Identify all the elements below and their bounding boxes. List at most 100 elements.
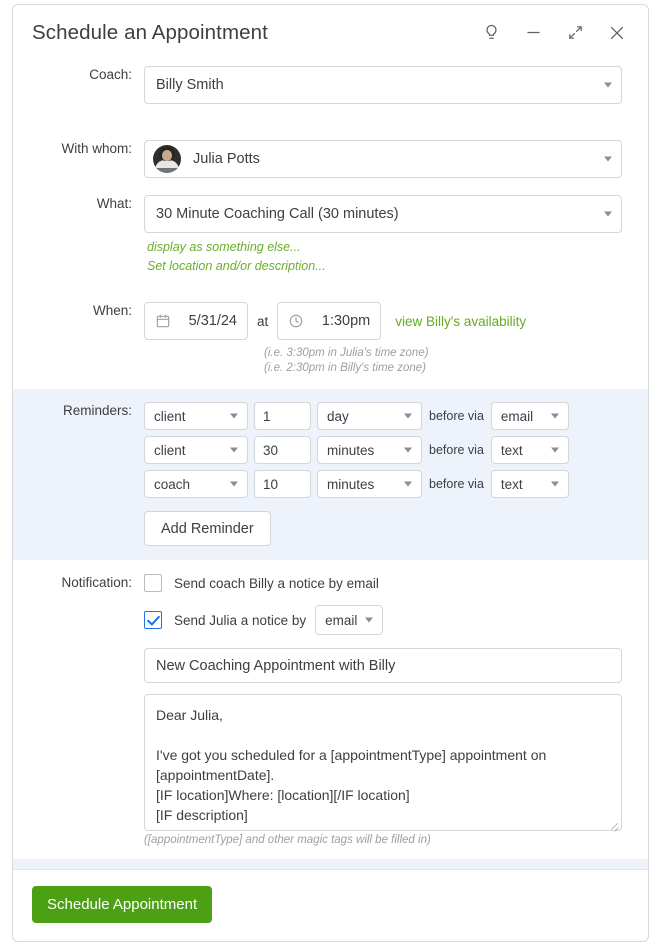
add-reminder-button[interactable]: Add Reminder [144, 511, 271, 546]
coach-select[interactable]: Billy Smith [144, 66, 622, 104]
what-field: 30 Minute Coaching Call (30 minutes) dis… [144, 195, 648, 278]
timezone-hint-coach: (i.e. 2:30pm in Billy's time zone) [264, 362, 426, 374]
when-controls: 5/31/24 at 1:30pm view Billy's availabil… [144, 302, 648, 340]
reminders-label: Reminders: [62, 403, 132, 418]
time-value: 1:30pm [321, 313, 371, 329]
coach-notice-label: Send coach Billy a notice by email [174, 575, 379, 591]
reminder-unit-value: minutes [327, 442, 375, 458]
chevron-down-icon [404, 447, 412, 453]
reminder-unit-value: minutes [327, 476, 375, 492]
reminder-before-via-label: before via [429, 477, 484, 491]
timezone-hint-client: (i.e. 3:30pm in Julia's time zone) [264, 347, 429, 359]
dialog-titlebar: Schedule an Appointment [13, 5, 648, 60]
field-row-notification: Notification: Send coach Billy a notice … [13, 574, 648, 846]
coach-notice-checkbox[interactable] [144, 574, 162, 592]
date-input[interactable]: 5/31/24 [144, 302, 248, 340]
reminder-amount-input[interactable]: 10 [254, 470, 311, 498]
notification-fields: Send coach Billy a notice by email Send … [144, 574, 648, 846]
with-whom-value: Julia Potts [193, 151, 260, 167]
app-root: Schedule an Appointment Coach: Billy Smi… [0, 0, 661, 949]
clock-icon [289, 314, 303, 328]
when-field: 5/31/24 at 1:30pm view Billy's availabil… [144, 302, 648, 376]
chevron-down-icon [550, 481, 559, 487]
view-availability-link[interactable]: view Billy's availability [395, 314, 526, 329]
with-whom-select[interactable]: Julia Potts [144, 140, 622, 178]
textarea-resize-handle[interactable] [609, 818, 619, 828]
chevron-down-icon [604, 156, 612, 162]
field-row-coach: Coach: Billy Smith [13, 66, 648, 104]
field-row-when: When: 5/31/24 at 1:30pm view Billy's ava… [13, 302, 648, 376]
reminders-panel: Reminders: client 1 day before via email… [13, 389, 648, 560]
schedule-appointment-dialog: Schedule an Appointment Coach: Billy Smi… [12, 4, 649, 942]
reminder-channel-value: text [500, 442, 523, 458]
chevron-down-icon [230, 413, 238, 419]
notification-subject-input[interactable]: New Coaching Appointment with Billy [144, 648, 622, 683]
reminder-before-via-label: before via [429, 409, 484, 423]
chevron-down-icon [230, 481, 238, 487]
reminder-unit-select[interactable]: minutes [317, 436, 422, 464]
reminder-channel-select[interactable]: email [490, 402, 569, 430]
client-notice-row: Send Julia a notice by email [144, 605, 648, 635]
notification-label: Notification: [61, 575, 132, 590]
reminder-row: client 30 minutes before via text [144, 436, 648, 464]
client-notice-channel-select[interactable]: email [315, 605, 384, 635]
set-location-link[interactable]: Set location and/or description... [147, 259, 648, 273]
reminder-who-value: coach [154, 476, 191, 492]
help-idea-icon[interactable] [476, 18, 506, 48]
client-notice-checkbox[interactable] [144, 611, 162, 629]
what-sublinks: display as something else... Set locatio… [147, 240, 648, 273]
time-input[interactable]: 1:30pm [277, 302, 382, 340]
notification-message-textarea[interactable]: Dear Julia, I've got you scheduled for a… [144, 694, 622, 831]
chevron-down-icon [604, 211, 612, 217]
reminder-row: coach 10 minutes before via text [144, 470, 648, 498]
dialog-footer: Schedule Appointment [13, 869, 648, 941]
reminder-unit-select[interactable]: day [317, 402, 422, 430]
reminder-amount-value: 10 [263, 476, 279, 492]
what-value: 30 Minute Coaching Call (30 minutes) [156, 206, 399, 222]
reminder-channel-select[interactable]: text [490, 436, 569, 464]
display-as-link[interactable]: display as something else... [147, 240, 648, 254]
reminder-row: client 1 day before via email [144, 402, 648, 430]
reminders-row: Reminders: client 1 day before via email… [13, 402, 648, 546]
notification-subject-value: New Coaching Appointment with Billy [156, 657, 396, 674]
coach-field: Billy Smith [144, 66, 648, 104]
close-icon[interactable] [602, 18, 632, 48]
field-row-with-whom: With whom: Julia Potts [13, 140, 648, 178]
reminder-amount-value: 30 [263, 442, 279, 458]
reminder-unit-select[interactable]: minutes [317, 470, 422, 498]
chevron-down-icon [550, 413, 559, 419]
reminder-who-select[interactable]: coach [144, 470, 248, 498]
reminder-unit-value: day [327, 408, 349, 424]
schedule-appointment-button[interactable]: Schedule Appointment [32, 886, 213, 923]
what-label: What: [96, 196, 132, 211]
page-title: Schedule an Appointment [32, 20, 268, 44]
reminder-channel-select[interactable]: text [490, 470, 569, 498]
chevron-down-icon [604, 82, 612, 88]
timezone-hints: (i.e. 3:30pm in Julia's time zone) (i.e.… [264, 346, 648, 376]
notification-message-hint: ([appointmentType] and other magic tags … [144, 834, 431, 846]
coach-label: Coach: [89, 67, 132, 82]
reminder-amount-input[interactable]: 1 [254, 402, 311, 430]
reminder-who-value: client [154, 408, 186, 424]
what-select[interactable]: 30 Minute Coaching Call (30 minutes) [144, 195, 622, 233]
at-label: at [257, 313, 269, 329]
reminder-who-select[interactable]: client [144, 402, 248, 430]
reminder-who-value: client [154, 442, 186, 458]
reminder-amount-input[interactable]: 30 [254, 436, 311, 464]
chevron-down-icon [550, 447, 559, 453]
chevron-down-icon [404, 481, 412, 487]
collapse-icon[interactable] [560, 18, 590, 48]
chevron-down-icon [230, 447, 238, 453]
minimize-icon[interactable] [518, 18, 548, 48]
dialog-body: Coach: Billy Smith With whom: Julia Pott… [13, 60, 648, 869]
reminders-fields: client 1 day before via email client 30 … [144, 402, 648, 546]
client-notice-channel-value: email [325, 612, 358, 628]
chevron-down-icon [404, 413, 412, 419]
date-value: 5/31/24 [188, 313, 237, 329]
reminder-who-select[interactable]: client [144, 436, 248, 464]
avatar [153, 145, 181, 173]
reminder-amount-value: 1 [263, 408, 271, 424]
